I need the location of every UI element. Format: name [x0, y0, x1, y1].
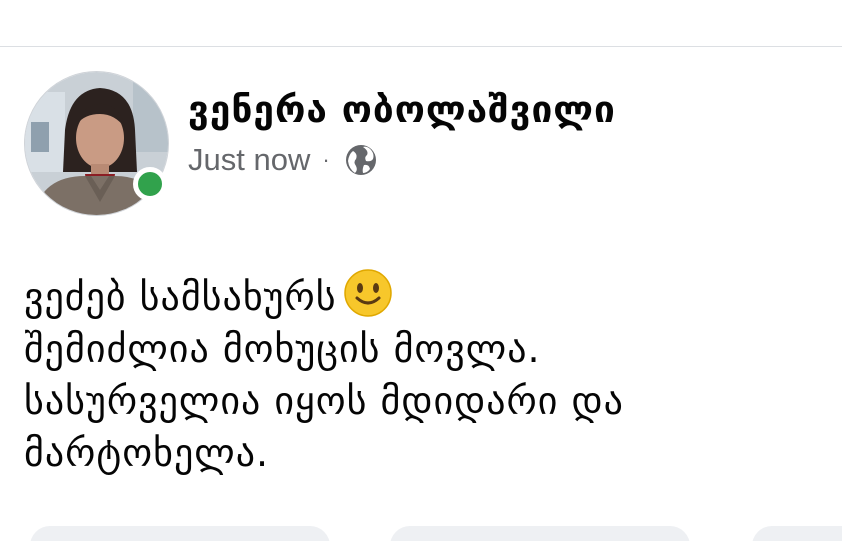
slightly-smiling-face-icon: [343, 268, 393, 318]
post-timestamp[interactable]: Just now: [188, 142, 310, 178]
post-body: ვეძებ სამსახურს შემიძლია მოხუცის მოვლა. …: [24, 268, 824, 479]
top-divider: [0, 46, 842, 47]
like-button[interactable]: [30, 526, 330, 541]
globe-icon[interactable]: [344, 143, 378, 177]
action-bar: [0, 524, 842, 541]
post-line: შემიძლია მოხუცის მოვლა.: [24, 327, 541, 371]
comment-button[interactable]: [390, 526, 690, 541]
post-line: სასურველია იყოს მდიდარი და: [24, 379, 624, 423]
author-name[interactable]: ვენერა ობოლაშვილი: [188, 88, 616, 131]
share-button[interactable]: [752, 526, 842, 541]
post-meta: Just now ·: [188, 140, 378, 180]
author-avatar-container[interactable]: [24, 71, 169, 216]
post-line: ვეძებ სამსახურს: [24, 268, 824, 323]
post-line: მარტოხელა.: [24, 431, 270, 475]
meta-separator: ·: [322, 147, 330, 172]
online-status-dot: [133, 167, 167, 201]
